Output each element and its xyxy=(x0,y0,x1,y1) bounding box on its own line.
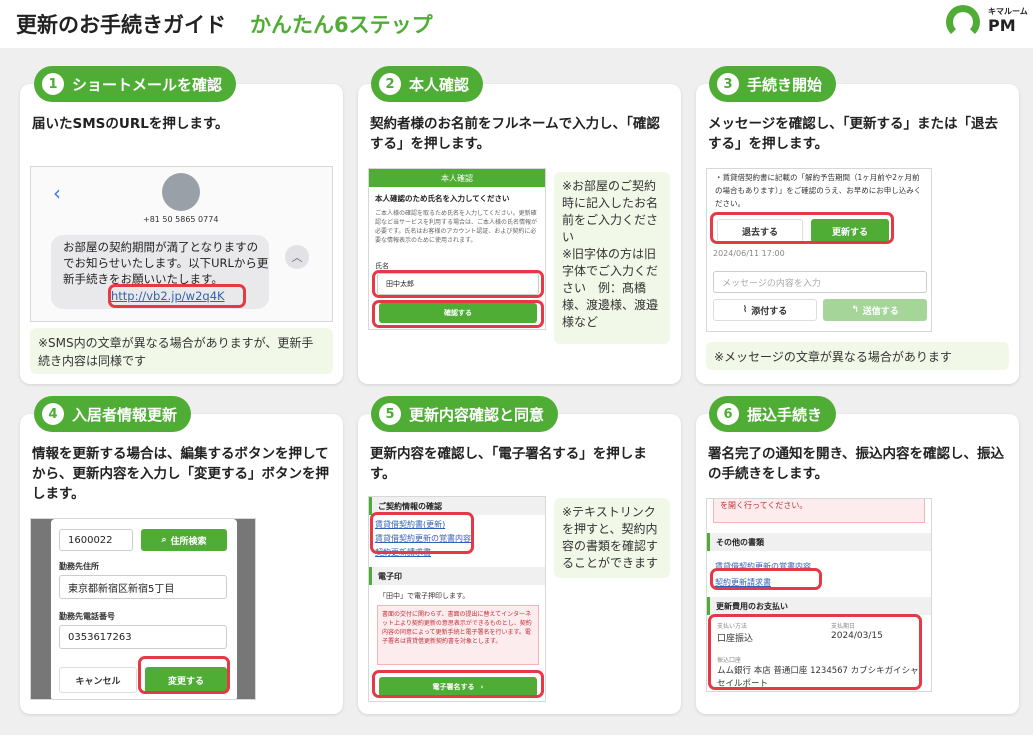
step-note: ※お部屋のご契約時に記入したお名前をご入力ください ※旧字体の方は旧字体でご入力… xyxy=(554,172,670,344)
message-input[interactable]: メッセージの内容を入力 xyxy=(713,271,927,293)
cancel-button[interactable]: キャンセル xyxy=(59,667,137,693)
step-desc: 署名完了の通知を開き、振込内容を確認し、振込の手続きをします。 xyxy=(708,446,1005,482)
search-icon: ⌕ xyxy=(161,535,167,545)
step-note: ※メッセージの文章が異なる場合があります xyxy=(706,342,1009,370)
verify-body: ご本人様の確認を取るため氏名を入力してください。更新確認など当サービスを利用する… xyxy=(375,210,538,244)
step-title: 本人確認 xyxy=(409,75,470,94)
back-chevron-icon: ‹ xyxy=(53,181,61,205)
step-note: ※テキストリンクを押すと、契約内容の書類を確認することができます xyxy=(554,498,670,578)
scroll-up-icon[interactable]: ︿ xyxy=(285,245,309,269)
step-card-4: 情報を更新する場合は、編集するボタンを押してから、更新内容を入力し「変更する」ボ… xyxy=(20,414,343,714)
step-number: 4 xyxy=(42,403,64,425)
step-desc: 更新内容を確認し、「電子署名する」を押します。 xyxy=(370,446,647,482)
verify-header: 本人確認 xyxy=(369,169,545,187)
step-desc: メッセージを確認し、「更新する」または「退去する」を押します。 xyxy=(708,116,998,152)
page-subtitle: かんたん6ステップ xyxy=(250,13,433,37)
step-pill-1: 1 ショートメールを確認 xyxy=(34,66,237,102)
step-title: ショートメールを確認 xyxy=(72,75,223,94)
verify-heading: 本人確認のため氏名を入力してください xyxy=(375,194,510,203)
logo-big-text: PM xyxy=(988,16,1016,35)
send-button[interactable]: ↰ 送信する xyxy=(823,299,927,321)
highlight-invoice-link xyxy=(710,568,822,590)
step-pill-6: 6 振込手続き xyxy=(709,396,837,432)
step-title: 更新内容確認と同意 xyxy=(409,405,545,424)
step-desc: 情報を更新する場合は、編集するボタンを押してから、更新内容を入力し「変更する」ボ… xyxy=(32,446,329,502)
highlight-sign-button xyxy=(372,670,544,698)
step-number: 1 xyxy=(42,73,64,95)
step-card-5: 更新内容を確認し、「電子署名する」を押します。 ご契約情報の確認 賃貸借契約書(… xyxy=(358,414,681,714)
highlight-name-input xyxy=(372,270,544,298)
step-pill-4: 4 入居者情報更新 xyxy=(34,396,192,432)
warning-box: 書面の交付に関わらず、書面の提出に替えてインターネット上より契約更新の意思表示が… xyxy=(377,605,539,665)
message-screenshot: ・賃貸借契約書に記載の「解約予告期間（1ヶ月前や2ヶ月前の場合もあります）」をご… xyxy=(706,168,932,332)
highlight-action-buttons xyxy=(710,212,894,244)
address-label: 勤務先住所 xyxy=(59,562,99,571)
attach-button[interactable]: ⌇ 添付する xyxy=(713,299,817,321)
send-label: 送信する xyxy=(862,306,899,317)
step-number: 5 xyxy=(379,403,401,425)
step-card-2: 契約者様のお名前をフルネームで入力し、「確認する」を押します。 本人確認 本人確… xyxy=(358,84,681,384)
step-pill-5: 5 更新内容確認と同意 xyxy=(371,396,559,432)
stamp-text: 「田中」で電子押印します。 xyxy=(379,592,470,600)
top-alert: を開く行ってください。 xyxy=(713,499,925,523)
step-desc: 契約者様のお名前をフルネームで入力し、「確認する」を押します。 xyxy=(370,116,660,152)
msg-date: 2024/06/11 17:00 xyxy=(713,249,785,258)
highlight-payment-info xyxy=(708,614,922,690)
paperclip-icon: ⌇ xyxy=(742,305,748,315)
page-title: 更新のお手続きガイド xyxy=(16,13,226,37)
other-docs-section: その他の書類 xyxy=(707,533,931,551)
msg-text: ・賃貸借契約書に記載の「解約予告期間（1ヶ月前や2ヶ月前の場合もあります）」をご… xyxy=(715,173,922,208)
stamp-section: 電子印 xyxy=(369,567,545,585)
search-label: 住所検索 xyxy=(170,536,207,547)
attach-label: 添付する xyxy=(751,306,788,317)
step-note: ※SMS内の文章が異なる場合がありますが、更新手続き内容は同様です xyxy=(30,328,333,374)
step-number: 2 xyxy=(379,73,401,95)
step-pill-3: 3 手続き開始 xyxy=(709,66,837,102)
avatar-icon xyxy=(162,173,200,211)
highlight-links xyxy=(370,512,474,554)
step-desc: 届いたSMSのURLを押します。 xyxy=(32,116,229,132)
step-card-6: 署名完了の通知を開き、振込内容を確認し、振込の手続きをします。 を開く行ってくだ… xyxy=(696,414,1019,714)
step-card-1: 届いたSMSのURLを押します。 ‹ +81 50 5865 0774 お部屋の… xyxy=(20,84,343,384)
sms-phone: +81 50 5865 0774 xyxy=(143,215,219,224)
zip-input[interactable]: 1600022 xyxy=(59,529,133,551)
send-icon: ↰ xyxy=(851,305,859,315)
logo-icon xyxy=(946,5,980,39)
step-title: 振込手続き xyxy=(747,405,823,424)
tel-input[interactable]: 0353617263 xyxy=(59,625,227,649)
step-title: 入居者情報更新 xyxy=(72,405,178,424)
message-placeholder: メッセージの内容を入力 xyxy=(722,278,821,289)
highlight-confirm-button xyxy=(372,300,544,328)
highlight-change-button xyxy=(138,656,230,694)
address-input[interactable]: 東京都新宿区新宿5丁目 xyxy=(59,575,227,599)
address-search-button[interactable]: ⌕ 住所検索 xyxy=(141,529,227,551)
step-title: 手続き開始 xyxy=(747,75,823,94)
step-number: 3 xyxy=(717,73,739,95)
payment-section: 更新費用のお支払い xyxy=(707,597,931,615)
header: 更新のお手続きガイド かんたん6ステップ キマルーム PM xyxy=(0,0,1033,48)
step-number: 6 xyxy=(717,403,739,425)
step-card-3: メッセージを確認し、「更新する」または「退去する」を押します。 ・賃貸借契約書に… xyxy=(696,84,1019,384)
tel-label: 勤務先電話番号 xyxy=(59,612,115,621)
highlight-sms-link xyxy=(108,284,246,308)
step-pill-2: 2 本人確認 xyxy=(371,66,484,102)
